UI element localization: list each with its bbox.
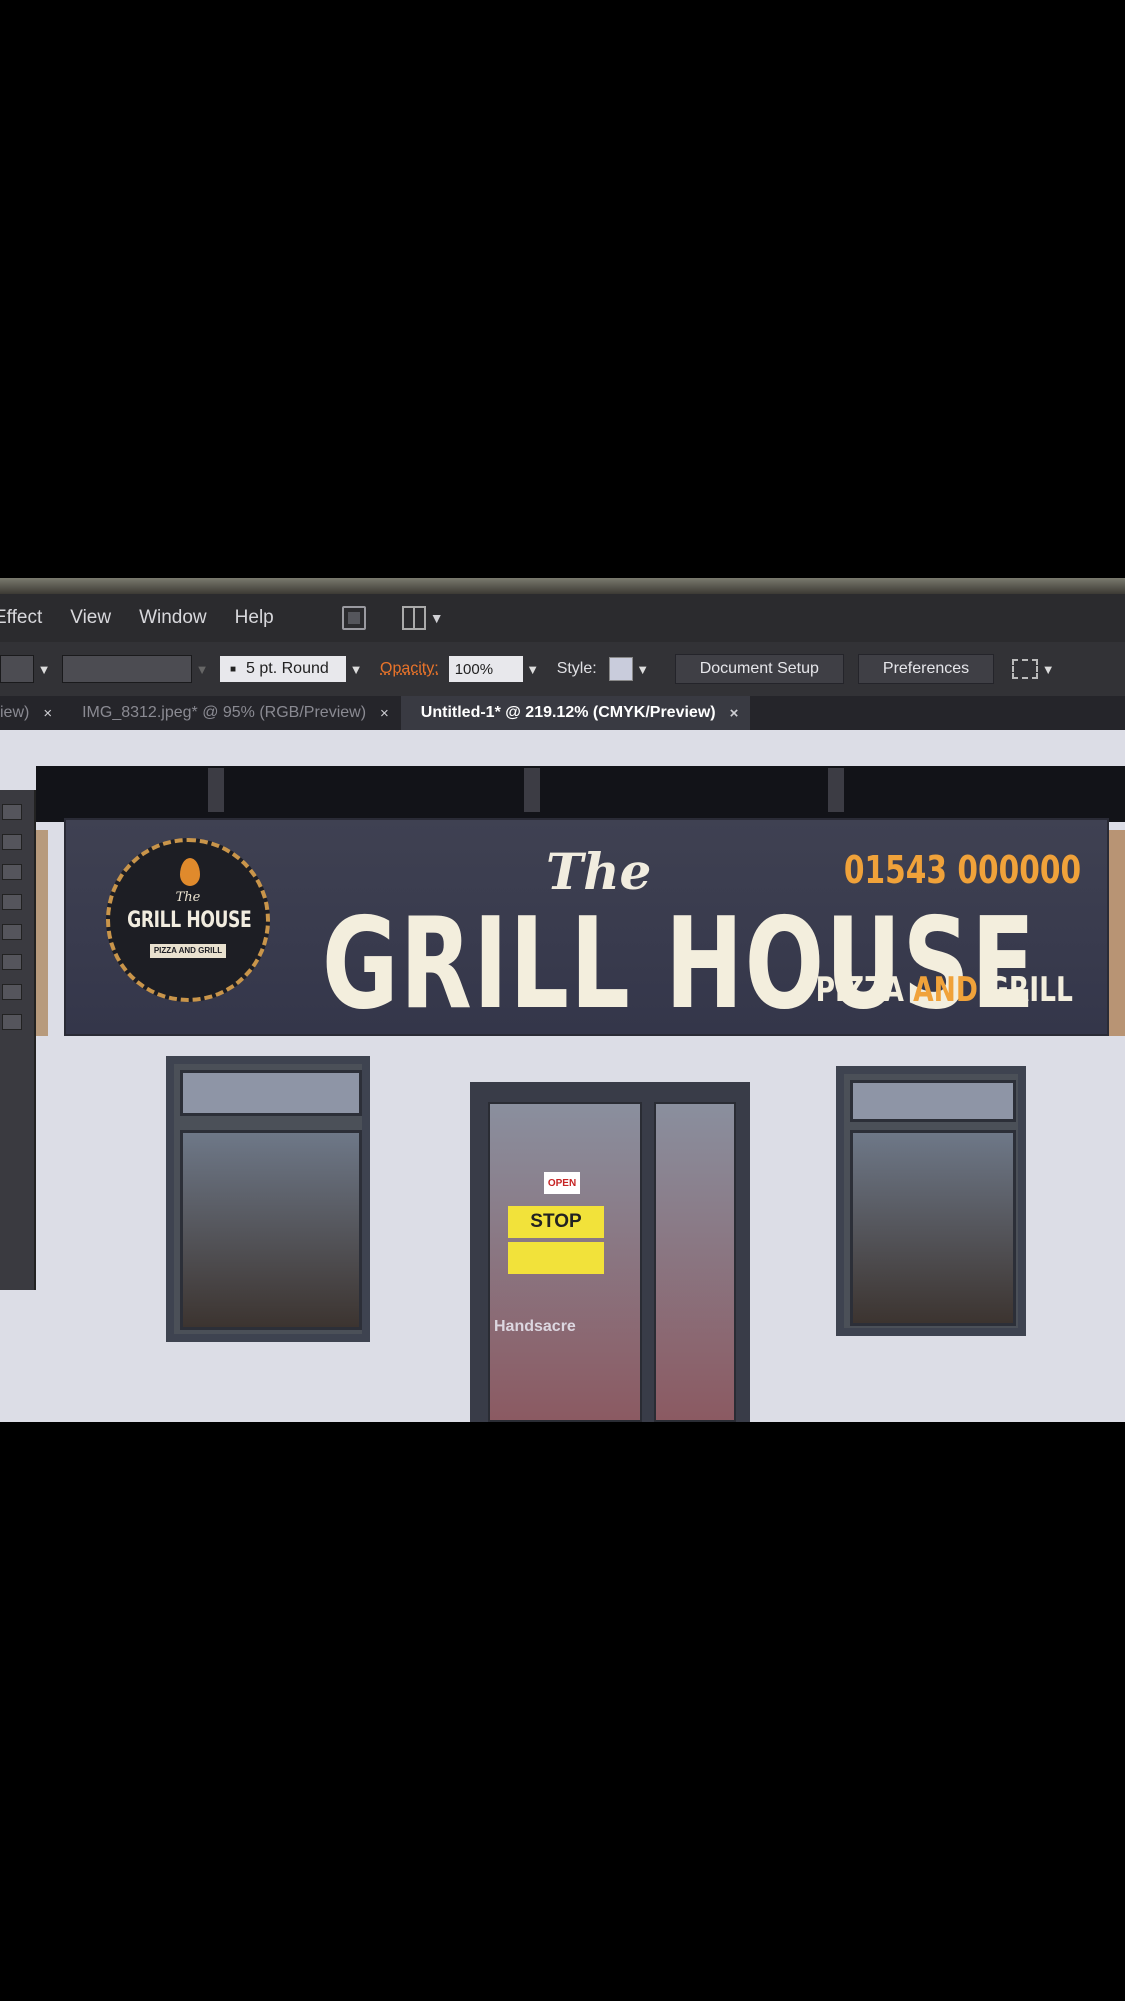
chevron-down-icon[interactable]: ▼: [430, 610, 444, 626]
menu-view[interactable]: View: [70, 607, 111, 629]
bullet-icon: ■: [230, 663, 237, 675]
tool-icon[interactable]: [2, 1014, 22, 1030]
shop-door: OPEN STOP Handsacre: [470, 1082, 750, 1422]
menu-help[interactable]: Help: [235, 607, 274, 629]
chevron-down-icon[interactable]: ▼: [1038, 655, 1058, 683]
tab-label: Untitled-1* @ 219.12% (CMYK/Preview): [420, 704, 716, 721]
menu-window[interactable]: Window: [139, 607, 207, 629]
artboard-canvas[interactable]: The GRILL HOUSE PIZZA AND GRILL The GRIL…: [0, 730, 1125, 1422]
logo-the-text: The: [175, 890, 201, 905]
shop-sign[interactable]: The GRILL HOUSE PIZZA AND GRILL The GRIL…: [64, 818, 1109, 1037]
tool-icon[interactable]: [2, 864, 22, 880]
close-icon[interactable]: ×: [380, 705, 389, 722]
opacity-label[interactable]: Opacity:: [380, 660, 439, 678]
tool-icon[interactable]: [2, 954, 22, 970]
bridge-icon[interactable]: [341, 606, 366, 630]
sign-name-text: GRILL HOUSE: [322, 890, 1037, 1037]
logo-name-text: GRILL HOUSE: [127, 908, 252, 933]
tool-icon[interactable]: [2, 924, 22, 940]
stop-notice: STOP: [508, 1206, 604, 1238]
tagline-grill: GRILL: [987, 970, 1073, 1010]
document-setup-button[interactable]: Document Setup: [674, 654, 844, 684]
opacity-input[interactable]: 100%: [448, 656, 523, 682]
grill-house-logo: The GRILL HOUSE PIZZA AND GRILL: [106, 838, 270, 1002]
tab-img-8312[interactable]: IMG_8312.jpeg* @ 95% (RGB/Preview) ×: [60, 696, 397, 730]
tool-icon[interactable]: [2, 894, 22, 910]
chevron-down-icon[interactable]: ▼: [34, 655, 54, 683]
menu-effect[interactable]: Effect: [0, 607, 42, 629]
shop-window-left: [166, 1056, 370, 1342]
tab-label: IMG_8312.jpeg* @ 95% (RGB/Preview): [82, 704, 367, 721]
close-icon[interactable]: ×: [730, 705, 739, 722]
tool-icon[interactable]: [2, 834, 22, 850]
photo-background-bottom: [0, 1422, 1125, 2001]
document-tab-bar: iew) × IMG_8312.jpeg* @ 95% (RGB/Preview…: [0, 696, 1125, 730]
stroke-profile-select[interactable]: ■ 5 pt. Round: [220, 656, 346, 682]
open-sign: OPEN: [544, 1172, 580, 1194]
control-bar: ▼ ▼ ■ 5 pt. Round ▼ Opacity: 100% ▼ Styl…: [0, 642, 1125, 696]
window-transom: [180, 1070, 362, 1116]
sign-tagline: PIZZA AND GRILL: [816, 970, 1073, 1010]
tab-label: iew): [0, 704, 30, 721]
style-label: Style:: [556, 660, 597, 677]
tab-previous-document[interactable]: iew) ×: [0, 696, 60, 730]
shop-window-right: [836, 1066, 1026, 1336]
door-side-glass: [654, 1102, 736, 1422]
sign-bracket: [208, 768, 224, 812]
window-pane: [850, 1130, 1016, 1326]
tools-panel: [0, 790, 36, 1290]
tagline-and: AND: [913, 970, 978, 1010]
tagline-pizza: PIZZA: [815, 970, 904, 1010]
window-pane: [180, 1130, 362, 1330]
chevron-down-icon[interactable]: ▼: [523, 655, 543, 683]
transform-icon[interactable]: [1012, 659, 1039, 679]
shop-awning: [36, 766, 1125, 822]
sign-bracket: [524, 768, 540, 812]
notice-sign: [508, 1242, 604, 1274]
photo-background-top: [0, 0, 1125, 578]
door-vinyl-text: Handsacre: [494, 1318, 576, 1335]
tool-icon[interactable]: [2, 984, 22, 1000]
arrange-documents-icon[interactable]: [401, 606, 426, 630]
preferences-button[interactable]: Preferences: [857, 654, 995, 684]
monitor-bezel: [0, 578, 1125, 594]
sign-phone-number: 01543 000000: [843, 848, 1081, 892]
chevron-down-icon[interactable]: ▼: [346, 655, 366, 683]
sign-bracket: [828, 768, 844, 812]
chevron-down-icon[interactable]: ▼: [192, 655, 212, 683]
fill-swatch[interactable]: [0, 655, 34, 683]
menu-bar: Effect View Window Help ▼: [0, 594, 1125, 642]
logo-subtitle: PIZZA AND GRILL: [150, 944, 226, 958]
close-icon[interactable]: ×: [43, 705, 52, 722]
tool-icon[interactable]: [2, 804, 22, 820]
tab-untitled-1[interactable]: Untitled-1* @ 219.12% (CMYK/Preview) ×: [400, 696, 751, 730]
chevron-down-icon[interactable]: ▼: [633, 655, 653, 683]
stroke-profile-value: 5 pt. Round: [246, 660, 329, 677]
graphic-style-swatch[interactable]: [608, 657, 633, 681]
stroke-weight-field[interactable]: [62, 655, 192, 683]
flame-icon: [180, 858, 200, 886]
window-transom: [850, 1080, 1016, 1122]
monitor-screen: Effect View Window Help ▼ ▼ ▼ ■ 5 pt. Ro…: [0, 578, 1125, 1422]
